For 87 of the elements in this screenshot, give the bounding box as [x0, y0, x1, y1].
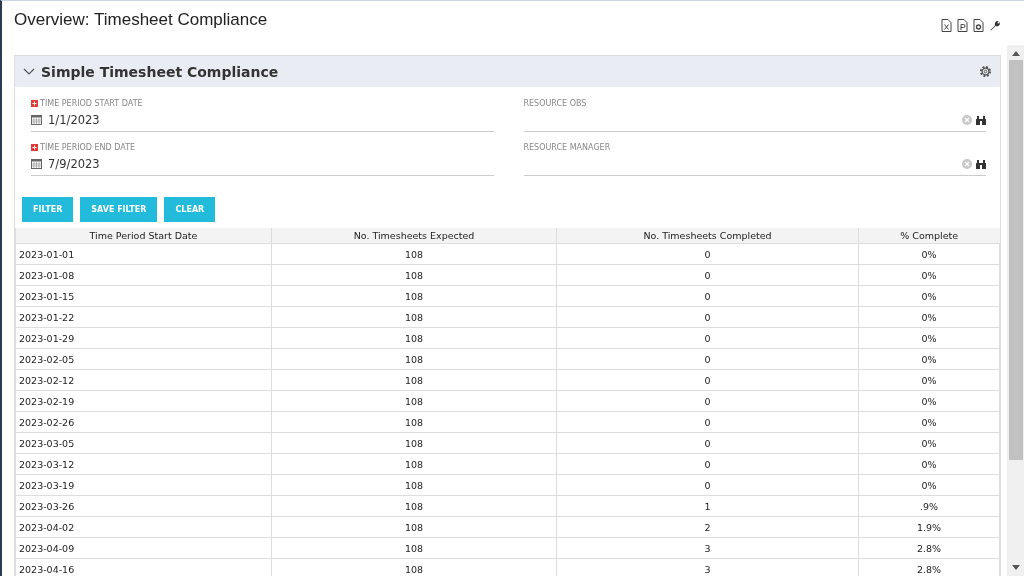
scrollbar[interactable]	[1007, 45, 1024, 576]
panel-title: Simple Timesheet Compliance	[41, 63, 279, 80]
table-cell: 2023-02-05	[15, 348, 272, 370]
table-cell: 0%	[858, 327, 1000, 349]
table-cell: 2023-04-02	[15, 516, 272, 538]
table-cell: 2023-02-26	[15, 411, 272, 433]
table-cell: 2023-03-12	[15, 453, 272, 475]
wrench-icon[interactable]	[989, 19, 1001, 32]
scrollbar-thumb[interactable]	[1008, 60, 1023, 460]
table-cell: 108	[271, 516, 557, 538]
table-cell: 2023-04-09	[15, 537, 272, 559]
table-cell: 2023-02-19	[15, 390, 272, 412]
page-title: Overview: Timesheet Compliance	[14, 10, 268, 30]
table-cell: 0	[556, 390, 859, 412]
calendar-icon[interactable]	[31, 115, 42, 125]
date-field[interactable]: 1/1/2023	[31, 109, 494, 132]
table-cell: 2023-01-15	[15, 285, 272, 307]
table-cell: 108	[271, 327, 557, 349]
table-cell: 0%	[858, 264, 1000, 286]
column-header[interactable]: % Complete	[858, 228, 1000, 244]
table-cell: 108	[271, 432, 557, 454]
field-label: TIME PERIOD START DATE	[40, 98, 143, 108]
date-field[interactable]: 7/9/2023	[31, 153, 494, 176]
table-cell: 0	[556, 474, 859, 496]
table-cell: 2023-01-22	[15, 306, 272, 328]
table-cell: 108	[271, 411, 557, 433]
document-icon[interactable]	[973, 19, 984, 32]
table-cell: 2023-03-05	[15, 432, 272, 454]
table-cell: 1.9%	[858, 516, 1000, 538]
table-cell: 0	[556, 327, 859, 349]
table-cell: 108	[271, 474, 557, 496]
chevron-icon[interactable]	[23, 67, 35, 76]
pdf-file-icon[interactable]	[957, 19, 968, 32]
table-cell: 2023-01-29	[15, 327, 272, 349]
table-cell: 0	[556, 348, 859, 370]
table-cell: 0%	[858, 369, 1000, 391]
table-cell: 0	[556, 369, 859, 391]
table-cell: 108	[271, 390, 557, 412]
table-cell: 0%	[858, 285, 1000, 307]
table-cell: 0	[556, 411, 859, 433]
table-cell: 0%	[858, 390, 1000, 412]
table-cell: 0%	[858, 411, 1000, 433]
column-header[interactable]: No. Timesheets Expected	[271, 228, 557, 244]
table-cell: 0%	[858, 474, 1000, 496]
table-cell: 0	[556, 432, 859, 454]
calendar-icon[interactable]	[31, 159, 42, 169]
table-cell: 2	[556, 516, 859, 538]
table-cell: 3	[556, 537, 859, 559]
table-cell: 108	[271, 537, 557, 559]
table-cell: 108	[271, 495, 557, 517]
table-cell: 108	[271, 453, 557, 475]
table-cell: 2023-03-26	[15, 495, 272, 517]
table-cell: 2023-02-12	[15, 369, 272, 391]
field-label: TIME PERIOD END DATE	[40, 142, 136, 152]
table-cell: 108	[271, 264, 557, 286]
table-cell: 0%	[858, 348, 1000, 370]
field-label: RESOURCE MANAGER	[523, 142, 611, 152]
table-cell: 0%	[858, 432, 1000, 454]
table-cell: 0	[556, 306, 859, 328]
table-cell: 1	[556, 495, 859, 517]
column-header[interactable]: Time Period Start Date	[15, 228, 272, 244]
table-cell: 2023-01-01	[15, 243, 272, 265]
table-cell: 108	[271, 369, 557, 391]
table-cell: 0	[556, 453, 859, 475]
table-cell: .9%	[858, 495, 1000, 517]
settings-icon[interactable]	[979, 65, 992, 78]
column-header[interactable]: No. Timesheets Completed	[556, 228, 859, 244]
table-cell: 2023-01-08	[15, 264, 272, 286]
table-cell: 108	[271, 306, 557, 328]
table-cell: 0%	[858, 243, 1000, 265]
table-cell: 108	[271, 285, 557, 307]
table-cell: 0%	[858, 453, 1000, 475]
table-cell: 0%	[858, 306, 1000, 328]
table-cell: 0	[556, 285, 859, 307]
field-label: RESOURCE OBS	[523, 98, 587, 108]
table-cell: 0	[556, 264, 859, 286]
table-cell: 108	[271, 348, 557, 370]
table-cell: 2023-04-16	[15, 558, 272, 576]
scroll-up-icon[interactable]	[1011, 51, 1020, 56]
binoculars-icon[interactable]	[976, 115, 986, 125]
table-cell: 2.8%	[858, 537, 1000, 559]
excel-file-icon[interactable]	[941, 19, 952, 32]
table-cell: 108	[271, 243, 557, 265]
table-cell: 2023-03-19	[15, 474, 272, 496]
scroll-down-icon[interactable]	[1011, 565, 1020, 570]
binoculars-icon[interactable]	[976, 159, 986, 169]
table-cell: 0	[556, 243, 859, 265]
